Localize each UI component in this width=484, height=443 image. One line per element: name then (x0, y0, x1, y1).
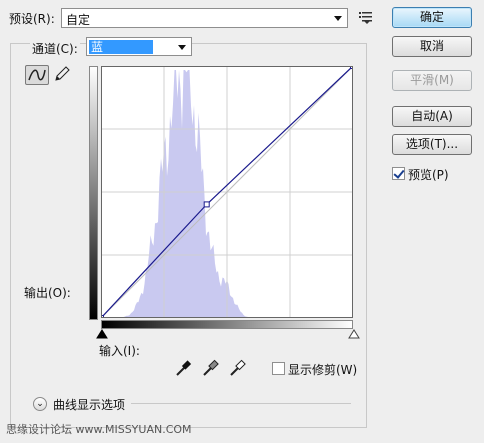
show-clipping-label: 显示修剪(W) (288, 363, 358, 377)
curve-display-options-label: 曲线显示选项 (53, 398, 126, 412)
list-menu-icon[interactable] (358, 9, 374, 25)
chevron-down-icon (178, 45, 186, 50)
curve-control-point[interactable] (203, 201, 210, 208)
black-point-slider[interactable] (96, 329, 108, 339)
black-point-eyedropper-icon (176, 360, 192, 376)
channel-dropdown[interactable]: 蓝 (86, 37, 192, 56)
gray-eyedropper-button[interactable] (201, 358, 221, 378)
show-clipping-checkbox[interactable] (272, 362, 285, 375)
input-gradient-bar (101, 320, 353, 329)
white-eyedropper-button[interactable] (228, 358, 248, 378)
white-point-slider[interactable] (348, 329, 360, 339)
channel-label: 通道(C): (30, 40, 80, 57)
pencil-tool-button[interactable] (50, 65, 74, 85)
cancel-button[interactable]: 取消 (392, 36, 472, 57)
gray-point-eyedropper-icon (203, 359, 219, 376)
preview-label: 预览(P) (408, 168, 449, 182)
channel-value: 蓝 (89, 40, 153, 54)
preset-label: 预设(R): (9, 12, 55, 26)
auto-button[interactable]: 自动(A) (392, 106, 472, 127)
preset-dropdown[interactable]: 自定 (61, 8, 348, 28)
curve-point-tool-icon (28, 69, 46, 81)
expand-chevron-icon[interactable]: ⌄ (33, 397, 47, 411)
output-label: 输出(O): (24, 286, 71, 300)
curve-graph[interactable] (101, 66, 353, 318)
ok-button[interactable]: 确定 (392, 7, 472, 28)
preview-checkbox[interactable] (392, 167, 405, 180)
input-label: 输入(I): (99, 344, 140, 358)
black-eyedropper-button[interactable] (174, 358, 194, 378)
curve-tool-button[interactable] (25, 65, 49, 85)
options-divider (131, 403, 351, 404)
output-gradient-bar (89, 66, 98, 320)
options-button[interactable]: 选项(T)... (392, 134, 472, 155)
watermark-text: 思缘设计论坛 www.MISSYUAN.COM (6, 423, 192, 436)
white-point-eyedropper-icon (230, 359, 246, 376)
pencil-draw-tool-icon (55, 66, 70, 81)
preset-value: 自定 (66, 13, 91, 27)
smooth-button[interactable]: 平滑(M) (392, 70, 472, 91)
chevron-down-icon (334, 16, 342, 21)
